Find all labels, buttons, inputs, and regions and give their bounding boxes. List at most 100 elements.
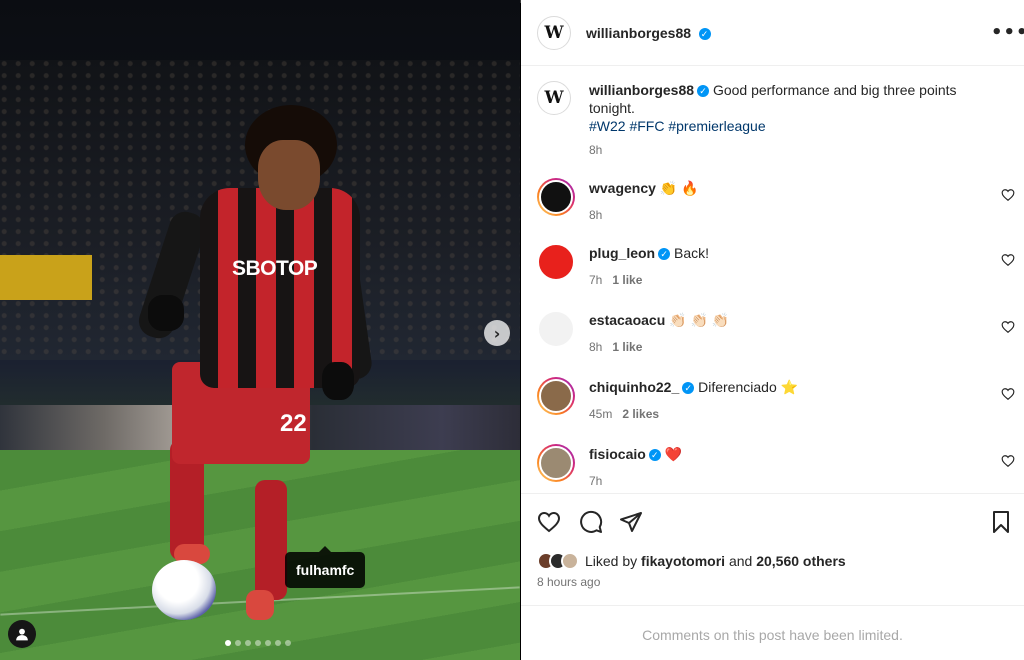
verified-badge-icon: ✓ — [648, 449, 661, 462]
comment-meta: 8h — [589, 208, 602, 222]
comment-like-count[interactable]: 2 likes — [622, 407, 659, 421]
caption-time: 8h — [589, 143, 603, 157]
football — [152, 560, 216, 620]
commenter-avatar[interactable] — [537, 444, 575, 482]
comment-icon[interactable] — [579, 510, 603, 534]
comment-like-heart-icon[interactable] — [1001, 454, 1015, 468]
carousel-dot — [275, 640, 281, 646]
comment-item: wvagency 👏 🔥 8h — [537, 178, 1017, 238]
carousel-dot — [255, 640, 261, 646]
caption-text-block: willianborges88 ✓ Good performance and bi… — [589, 81, 989, 159]
send-icon[interactable] — [619, 510, 643, 534]
commenter-username[interactable]: chiquinho22_ — [589, 379, 679, 395]
commenter-username[interactable]: fisiocaio — [589, 446, 646, 462]
comment-time: 8h — [589, 208, 603, 222]
verified-badge-icon: ✓ — [682, 382, 695, 395]
comment-body: plug_leon ✓ Back! — [589, 245, 709, 261]
liked-by-prefix: Liked by — [585, 553, 638, 569]
player-shirt — [200, 188, 360, 388]
comment-time: 7h — [589, 273, 603, 287]
user-tags-button[interactable] — [8, 620, 36, 648]
commenter-avatar[interactable] — [537, 310, 575, 348]
commenter-avatar[interactable] — [537, 178, 575, 216]
comment-item: chiquinho22_ ✓ Diferenciado ⭐ 45m 2 likes — [537, 377, 1017, 437]
comment-meta: 45m 2 likes — [589, 407, 659, 421]
comment-item: estacaoacu 👏🏻 👏🏻 👏🏻 8h 1 like — [537, 310, 1017, 370]
comment-like-heart-icon[interactable] — [1001, 320, 1015, 334]
carousel-dot — [225, 640, 231, 646]
likes-count[interactable]: 20,560 others — [756, 553, 846, 569]
comments-limited-notice: Comments on this post have been limited. — [521, 605, 1024, 660]
verified-badge-icon: ✓ — [658, 248, 671, 261]
verified-badge-icon: ✓ — [698, 27, 711, 40]
comment-text: Diferenciado ⭐ — [698, 379, 799, 395]
heart-icon[interactable] — [537, 510, 561, 534]
comment-text: 👏 🔥 — [659, 180, 699, 196]
player-left-glove — [148, 295, 184, 331]
commenter-avatar[interactable] — [537, 243, 575, 281]
carousel-dot — [245, 640, 251, 646]
verified-badge-icon: ✓ — [697, 85, 710, 98]
comment-time: 7h — [589, 474, 603, 488]
comment-like-count[interactable]: 1 like — [612, 340, 642, 354]
carousel-next-button[interactable]: › — [484, 320, 510, 346]
liked-by-user[interactable]: fikayotomori — [641, 553, 725, 569]
caption-hashtags[interactable]: #W22 #FFC #premierleague — [589, 118, 766, 134]
more-options-button[interactable]: ••• — [991, 22, 1024, 43]
post-media[interactable]: 22 SBOTOP › fulhamfc — [0, 0, 520, 660]
user-icon — [16, 628, 28, 641]
stadium-banner — [0, 255, 92, 300]
comment-like-heart-icon[interactable] — [1001, 253, 1015, 267]
author-avatar[interactable]: W — [537, 16, 571, 50]
commenter-username[interactable]: wvagency — [589, 180, 656, 196]
comments-list[interactable]: W willianborges88 ✓ Good performance and … — [521, 67, 1024, 493]
player-right-glove — [322, 362, 354, 400]
user-tag-tooltip[interactable]: fulhamfc — [285, 546, 366, 588]
comment-like-heart-icon[interactable] — [1001, 387, 1015, 401]
avatar-monogram: W — [544, 23, 564, 43]
comment-meta: 7h — [589, 474, 602, 488]
caption-author-avatar[interactable]: W — [537, 81, 571, 115]
likes-text: Liked by fikayotomori and 20,560 others — [585, 553, 846, 569]
chevron-right-icon: › — [493, 323, 501, 343]
comment-item: plug_leon ✓ Back! 7h 1 like — [537, 243, 1017, 303]
comment-text: 👏🏻 👏🏻 👏🏻 — [669, 312, 730, 328]
post-header: W willianborges88 ✓ ••• — [521, 0, 1024, 66]
commenter-avatar[interactable] — [537, 377, 575, 415]
caption-author-username[interactable]: willianborges88 — [589, 82, 694, 98]
comment-time: 45m — [589, 407, 613, 421]
carousel-dot — [285, 640, 291, 646]
post-actions: Liked by fikayotomori and 20,560 others … — [521, 493, 1024, 605]
more-horizontal-icon: ••• — [991, 22, 1024, 43]
author-name-row: willianborges88 ✓ — [586, 25, 711, 43]
likes-summary: Liked by fikayotomori and 20,560 others — [537, 552, 846, 570]
comment-body: fisiocaio ✓ ❤️ — [589, 446, 682, 463]
carousel-dot — [235, 640, 241, 646]
player-right-leg — [255, 480, 287, 600]
shirt-number: 22 — [280, 410, 307, 437]
comment-body: estacaoacu 👏🏻 👏🏻 👏🏻 — [589, 312, 729, 329]
comment-text: Back! — [674, 245, 710, 261]
author-username[interactable]: willianborges88 — [586, 25, 691, 41]
comment-meta: 8h 1 like — [589, 340, 642, 354]
carousel-dot — [265, 640, 271, 646]
comment-like-count[interactable]: 1 like — [612, 273, 642, 287]
comment-like-heart-icon[interactable] — [1001, 188, 1015, 202]
player-right-boot — [246, 590, 274, 620]
player-figure: 22 SBOTOP — [134, 100, 374, 620]
liked-by-and: and — [728, 553, 753, 569]
avatar-monogram: W — [544, 88, 564, 108]
comment-meta: 7h 1 like — [589, 273, 642, 287]
comment-item: fisiocaio ✓ ❤️ 7h — [537, 444, 1017, 493]
comment-body: chiquinho22_ ✓ Diferenciado ⭐ — [589, 379, 798, 396]
bookmark-icon[interactable] — [989, 510, 1013, 534]
comment-time: 8h — [589, 340, 603, 354]
comment-body: wvagency 👏 🔥 — [589, 180, 699, 197]
comment-text: ❤️ — [664, 446, 683, 462]
commenter-username[interactable]: estacaoacu — [589, 312, 665, 328]
commenter-username[interactable]: plug_leon — [589, 245, 655, 261]
liker-avatar — [561, 552, 579, 570]
shirt-sponsor: SBOTOP — [232, 257, 318, 280]
player-face — [258, 140, 320, 210]
post-details-panel: W willianborges88 ✓ ••• W willianborges8… — [521, 0, 1024, 660]
